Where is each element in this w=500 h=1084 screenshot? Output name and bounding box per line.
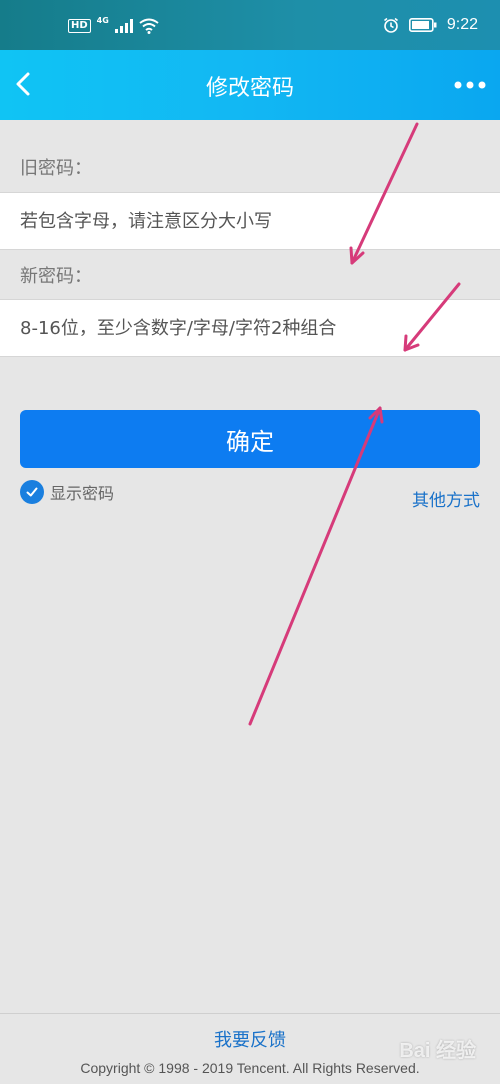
watermark-logo: Bai 经验 (399, 1040, 476, 1062)
signal-icon (114, 19, 133, 33)
confirm-button[interactable]: 确定 (20, 410, 480, 468)
more-dots-icon (454, 81, 486, 89)
show-password-label: 显示密码 (50, 484, 115, 503)
footer-divider (0, 1013, 500, 1014)
status-left: HD 4G (68, 15, 159, 34)
battery-icon (408, 18, 437, 32)
page-title: 修改密码 (205, 76, 294, 101)
old-password-input[interactable] (20, 193, 480, 249)
status-right: 9:22 (383, 16, 478, 34)
new-password-label: 新密码： (20, 266, 92, 287)
status-time: 9:22 (446, 16, 478, 33)
network-type: 4G (96, 15, 109, 25)
show-password-toggle[interactable]: 显示密码 (20, 480, 114, 504)
new-password-row (0, 299, 500, 357)
hd-badge: HD (68, 19, 91, 33)
app-header: 修改密码 (0, 50, 500, 120)
other-methods-link[interactable]: 其他方式 (412, 486, 480, 511)
more-button[interactable] (450, 68, 490, 102)
old-password-label: 旧密码： (20, 158, 92, 179)
back-button[interactable] (6, 64, 46, 104)
wifi-icon (139, 18, 159, 34)
chevron-left-icon (16, 72, 30, 96)
old-password-row (0, 192, 500, 250)
new-password-input[interactable] (20, 300, 480, 356)
checkbox-checked-icon (20, 480, 44, 504)
status-bar: HD 4G 9:22 (0, 0, 500, 50)
alarm-icon (383, 17, 398, 33)
